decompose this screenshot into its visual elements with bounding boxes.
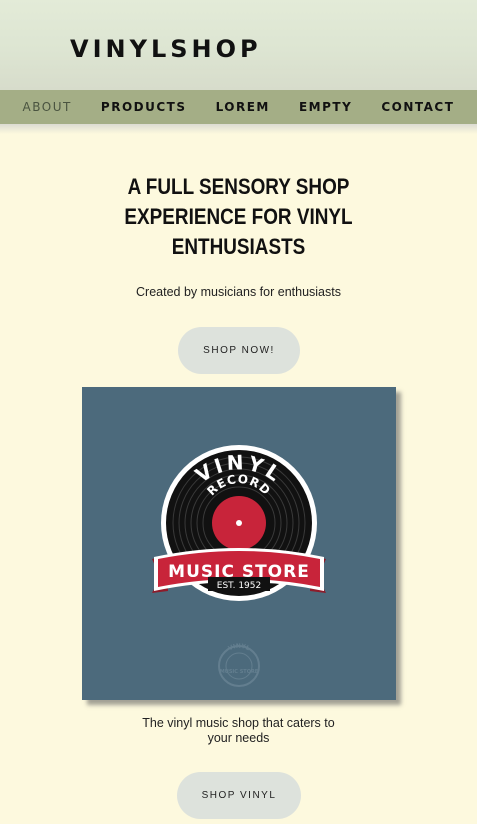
hero-headline-line-1: A FULL SENSORY SHOP: [127, 174, 350, 199]
hero-tagline: Created by musicians for enthusiasts: [136, 285, 341, 299]
shop-now-button[interactable]: SHOP NOW!: [178, 327, 300, 374]
site-header: VINYLSHOP: [0, 0, 477, 90]
watermark-top-text: VINYL: [227, 643, 251, 653]
feature-caption: The vinyl music shop that caters to your…: [142, 716, 335, 745]
vinyl-record-logo-icon: VINYL RECORD MUSIC STORE EST. 1952 EST. …: [152, 445, 326, 687]
watermark-bottom-text: MUSIC STORE: [220, 669, 259, 675]
nav-item-contact[interactable]: CONTACT: [381, 100, 454, 114]
est-label: EST. 1952: [217, 581, 261, 591]
nav-item-empty[interactable]: EMPTY: [299, 100, 352, 114]
shop-vinyl-button[interactable]: SHOP VINYL: [177, 772, 301, 819]
main-nav: ABOUT PRODUCTS LOREM EMPTY CONTACT: [0, 90, 477, 124]
hero-headline-line-3: ENTHUSIASTS: [171, 234, 306, 259]
nav-item-lorem[interactable]: LOREM: [216, 100, 270, 114]
hero-headline-line-2: EXPERIENCE FOR VINYL: [124, 204, 353, 229]
svg-text:VINYL: VINYL: [227, 643, 251, 653]
record-store-logo-image: VINYL RECORD MUSIC STORE EST. 1952 EST. …: [82, 387, 396, 700]
watermark-logo-icon: VINYL MUSIC STORE: [218, 643, 260, 687]
nav-shadow: [0, 124, 477, 134]
site-logo[interactable]: VINYLSHOP: [70, 35, 262, 63]
hero-headline: A FULL SENSORY SHOP EXPERIENCE FOR VINYL…: [85, 172, 392, 262]
nav-item-products[interactable]: PRODUCTS: [101, 100, 187, 114]
nav-item-about[interactable]: ABOUT: [23, 100, 72, 114]
